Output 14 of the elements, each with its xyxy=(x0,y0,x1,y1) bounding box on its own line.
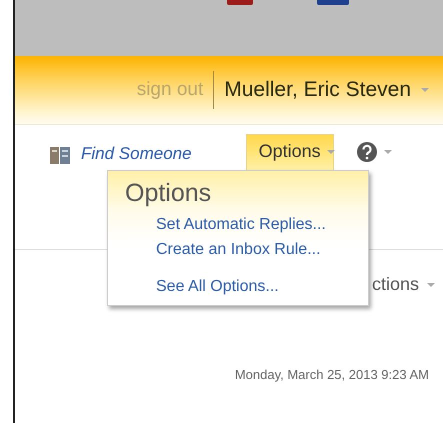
menu-item[interactable]: See All Options... xyxy=(156,274,279,299)
menu-item[interactable]: Create an Inbox Rule... xyxy=(156,237,321,262)
options-tab[interactable]: Options xyxy=(246,134,334,171)
menu-item[interactable]: Set Automatic Replies... xyxy=(156,212,326,237)
caret-icon[interactable] xyxy=(421,88,429,92)
user-name[interactable]: Mueller, Eric Steven xyxy=(224,78,411,102)
address-book-icon[interactable] xyxy=(49,145,71,165)
find-someone-link[interactable]: Find Someone xyxy=(81,144,192,164)
help-icon[interactable] xyxy=(356,141,378,163)
menu-title: Options xyxy=(125,179,212,208)
actions-menu-label[interactable]: ctions xyxy=(372,274,419,295)
caret-icon[interactable] xyxy=(384,150,392,154)
caret-icon[interactable] xyxy=(427,282,435,286)
date-time: Monday, March 25, 2013 9:23 AM xyxy=(234,367,430,382)
